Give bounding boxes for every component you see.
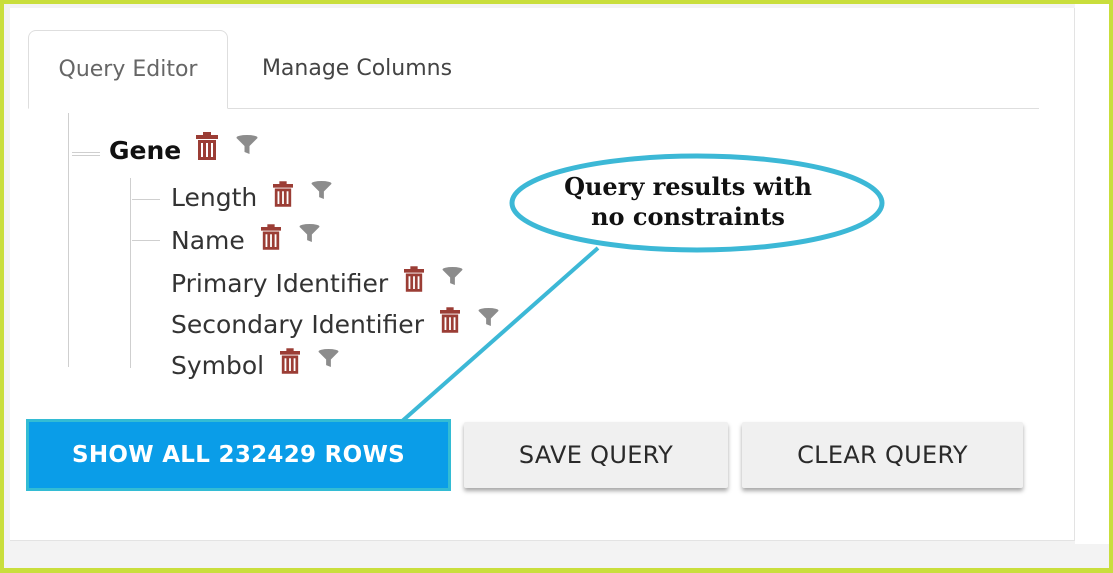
tree-branch-length	[132, 199, 160, 200]
trash-icon[interactable]	[196, 131, 219, 160]
clear-query-button[interactable]: CLEAR QUERY	[742, 422, 1023, 488]
callout-text: Query results with no constraints	[518, 172, 858, 232]
filter-icon[interactable]	[442, 267, 463, 286]
tree-node-label: Symbol	[171, 351, 265, 380]
filter-icon[interactable]	[299, 224, 320, 243]
tree-branch-root	[72, 152, 100, 153]
tree-node-label: Length	[171, 183, 258, 212]
tree-node-label: Name	[171, 226, 245, 255]
trash-icon[interactable]	[273, 180, 294, 207]
tree-node-length: Length	[171, 180, 332, 212]
tree-node-secondary-identifier: Secondary Identifier	[171, 306, 499, 339]
save-query-button[interactable]: SAVE QUERY	[464, 422, 728, 488]
tree-branch-root-2	[72, 155, 100, 156]
tree-vertical-line-root	[68, 113, 69, 367]
panel-background	[1075, 4, 1109, 544]
tree-node-label: Secondary Identifier	[171, 310, 424, 339]
trash-icon[interactable]	[404, 265, 425, 292]
tree-node-label: Gene	[109, 136, 182, 165]
tab-manage-columns[interactable]: Manage Columns	[242, 30, 472, 108]
tree-node-symbol: Symbol	[171, 347, 339, 380]
tree-branch-name	[132, 240, 160, 241]
trash-icon[interactable]	[280, 347, 301, 374]
callout-line-2: no constraints	[591, 202, 785, 231]
filter-icon[interactable]	[478, 308, 499, 327]
tab-query-editor[interactable]: Query Editor	[28, 30, 228, 109]
tree-node-name: Name	[171, 223, 320, 255]
tab-bar: Query Editor Manage Columns	[28, 30, 1039, 109]
filter-icon[interactable]	[311, 181, 332, 200]
tree-vertical-line-children	[130, 178, 131, 368]
show-all-rows-button[interactable]: SHOW ALL 232429 ROWS	[26, 419, 451, 491]
tree-node-gene: Gene	[109, 131, 258, 165]
tree-node-label: Primary Identifier	[171, 269, 389, 298]
trash-icon[interactable]	[260, 223, 281, 250]
tree-node-primary-identifier: Primary Identifier	[171, 265, 463, 298]
filter-icon[interactable]	[318, 349, 339, 368]
filter-icon[interactable]	[236, 134, 258, 155]
trash-icon[interactable]	[439, 306, 460, 333]
callout-line-1: Query results with	[564, 172, 812, 201]
